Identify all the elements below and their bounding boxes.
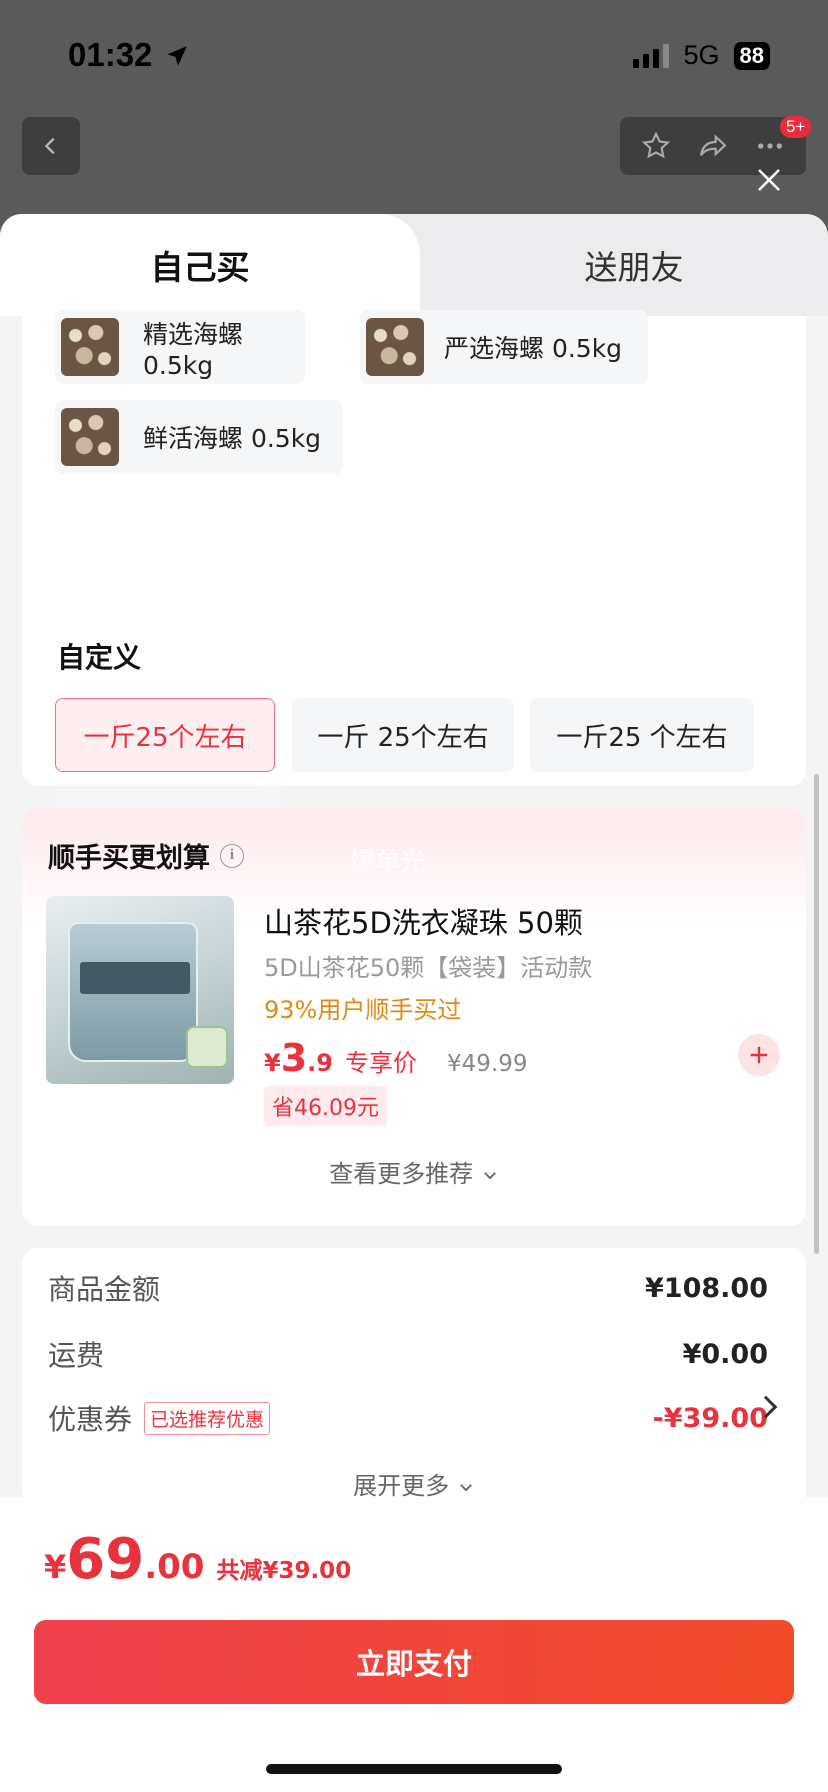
network-type: 5G (683, 40, 720, 70)
custom-option[interactable]: 一斤 25个左右 (292, 698, 514, 772)
spec-label: 严选海螺 0.5kg (444, 334, 623, 363)
recommend-card: 顺手买更划算 i 爆单光 山茶花5D洗衣凝珠 50颗 5D山茶花50颗【袋装】活… (22, 808, 806, 1226)
total-reduction: 共减¥39.00 (216, 1558, 352, 1584)
status-time: 01:32 (68, 36, 190, 74)
share-icon[interactable] (696, 130, 730, 162)
plus-icon (750, 1046, 768, 1064)
back-button[interactable] (22, 117, 80, 175)
saving-badge: 省46.09元 (264, 1086, 387, 1126)
spec-thumbnail (61, 318, 119, 376)
price-tag: 专享价 (344, 1049, 417, 1077)
goods-amount: ¥108.00 (645, 1272, 768, 1304)
close-icon[interactable] (754, 165, 784, 195)
original-price: ¥49.99 (446, 1051, 528, 1077)
shipping-fee: ¥0.00 (682, 1338, 768, 1370)
spec-thumbnail (366, 318, 424, 376)
custom-option[interactable]: 一斤25 个左右 (530, 698, 754, 772)
location-arrow-icon (166, 46, 187, 66)
goods-amount-row: 商品金额 ¥108.00 (48, 1272, 768, 1307)
purchase-tabs: 自己买 送朋友 (0, 214, 828, 316)
pay-now-button[interactable]: 立即支付 (34, 1620, 794, 1704)
tab-gift-to-friend[interactable]: 送朋友 (420, 214, 828, 316)
battery-icon: 88 (733, 41, 770, 70)
shipping-row: 运费 ¥0.00 (48, 1338, 768, 1373)
info-icon[interactable]: i (220, 843, 244, 868)
home-indicator[interactable] (266, 1764, 562, 1774)
product-subtitle: 5D山茶花50颗【袋装】活动款 (264, 954, 593, 982)
product-price: ¥ 3 .9 专享价 ¥49.99 (264, 1036, 528, 1080)
scrollbar[interactable] (814, 774, 819, 1254)
chevron-down-icon (483, 1172, 496, 1180)
notification-badge: 5+ (780, 116, 812, 138)
spec-card: 精选海螺 0.5kg 严选海螺 0.5kg 鲜活海螺 0.5kg 自定义 一斤2… (22, 310, 806, 862)
spec-option[interactable]: 鲜活海螺 0.5kg (55, 400, 343, 474)
product-image[interactable] (46, 896, 234, 1084)
watermark-text: 爆单光 (350, 847, 426, 876)
tab-buy-for-self[interactable]: 自己买 (0, 214, 420, 316)
coupon-discount: -¥39.00 (652, 1402, 768, 1434)
total-price: ¥ 69 .00 共减¥39.00 (44, 1527, 352, 1592)
custom-section-title: 自定义 (57, 641, 142, 674)
expand-more-link[interactable]: 展开更多 (22, 1466, 806, 1501)
coupon-tag: 已选推荐优惠 (144, 1401, 271, 1435)
coupon-row[interactable]: 优惠券 已选推荐优惠 -¥39.00 (48, 1398, 768, 1438)
add-to-order-button[interactable] (738, 1034, 780, 1076)
back-icon (44, 137, 55, 155)
spec-option[interactable]: 严选海螺 0.5kg (360, 310, 648, 384)
spec-option[interactable]: 精选海螺 0.5kg (55, 310, 305, 384)
star-icon[interactable] (640, 130, 672, 162)
recommend-title: 顺手买更划算 i (48, 836, 244, 875)
custom-option-selected[interactable]: 一斤25个左右 (55, 698, 275, 772)
spec-label: 精选海螺 0.5kg (143, 319, 244, 380)
chevron-down-icon (459, 1484, 472, 1492)
status-bar: 01:32 5G 88 (0, 0, 828, 110)
product-name[interactable]: 山茶花5D洗衣凝珠 50颗 (264, 900, 583, 942)
order-summary: 商品金额 ¥108.00 运费 ¥0.00 优惠券 已选推荐优惠 -¥39.00… (22, 1248, 806, 1508)
more-icon[interactable] (754, 130, 786, 162)
spec-label: 鲜活海螺 0.5kg (143, 424, 322, 453)
spec-thumbnail (61, 408, 119, 466)
payment-bar: ¥ 69 .00 共减¥39.00 立即支付 (0, 1497, 828, 1792)
social-proof: 93%用户顺手买过 (264, 996, 462, 1024)
signal-icon (633, 43, 670, 68)
more-recommendations-link[interactable]: 查看更多推荐 (22, 1154, 806, 1189)
